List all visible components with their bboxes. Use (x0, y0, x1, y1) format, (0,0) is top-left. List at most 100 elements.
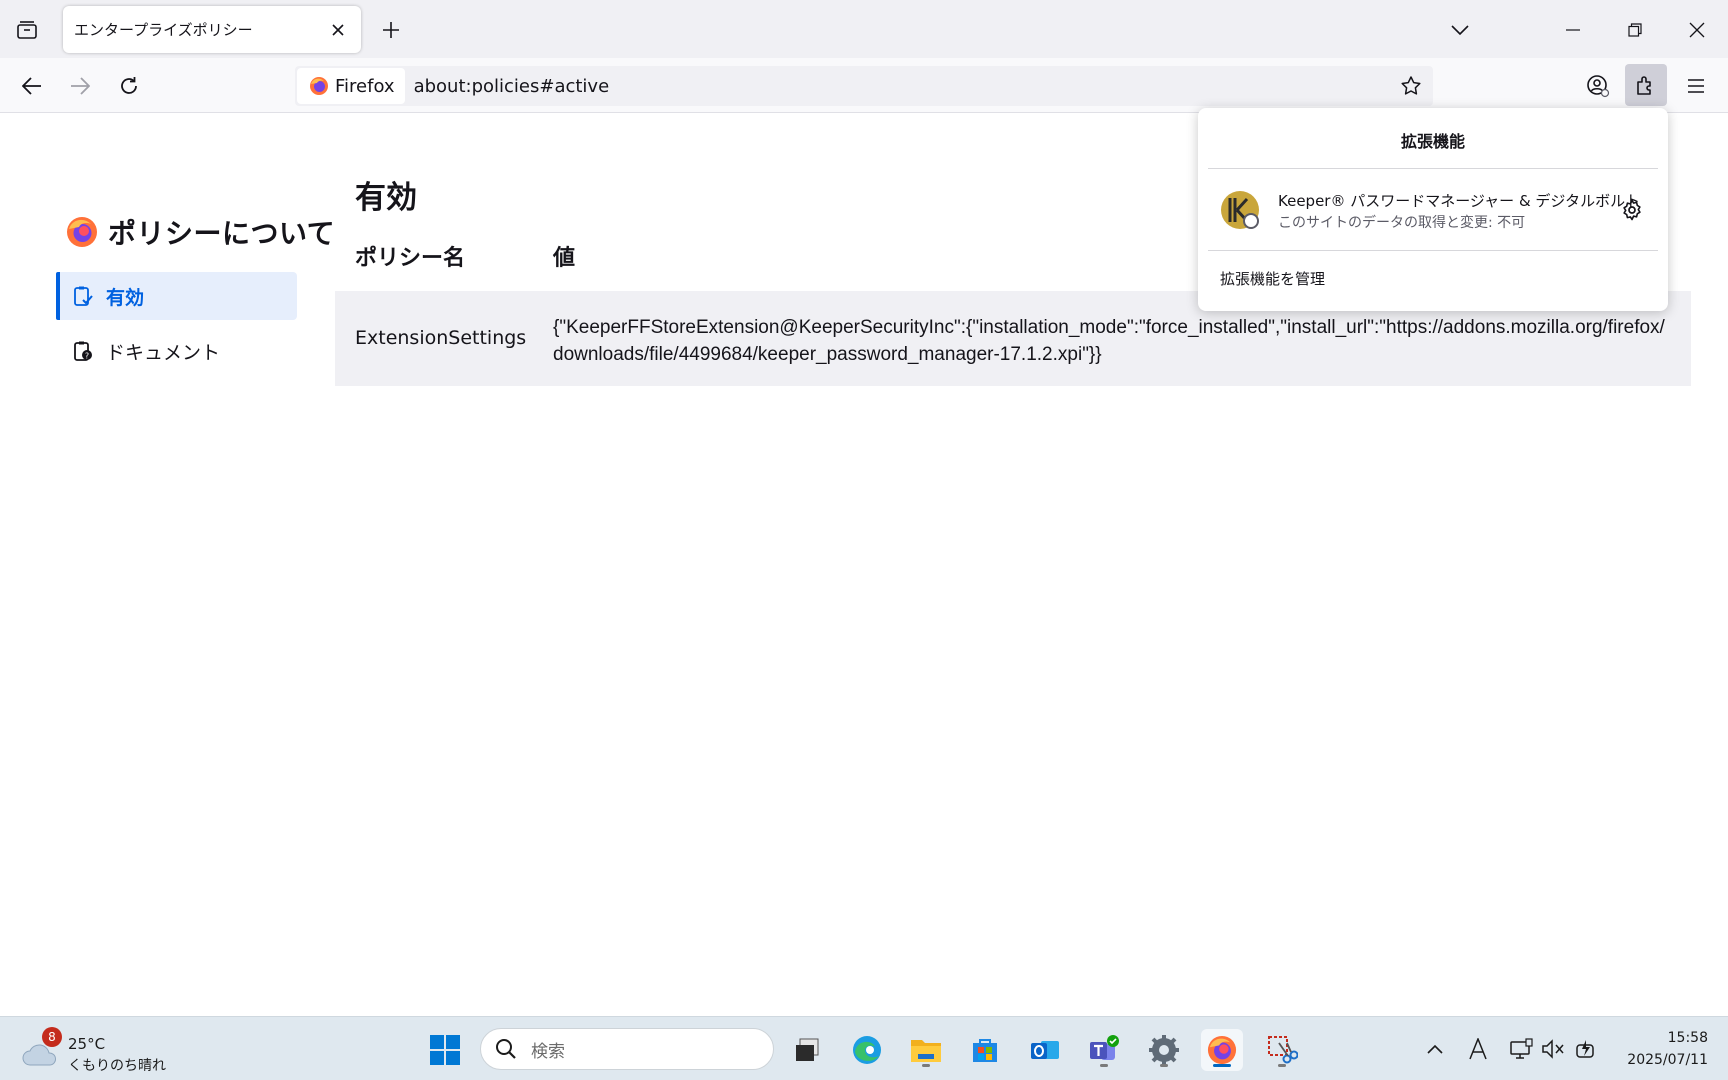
svg-text:?: ? (85, 352, 89, 361)
weather-description: くもりのち晴れ (68, 1058, 166, 1074)
outlook-icon (1031, 1041, 1059, 1059)
speaker-muted-icon (1542, 1039, 1564, 1059)
extensions-panel-title: 拡張機能 (1400, 132, 1465, 151)
file-explorer-taskbar-icon[interactable] (905, 1029, 947, 1071)
app-menu-button[interactable] (1680, 70, 1712, 102)
microsoft-store-taskbar-icon[interactable] (964, 1029, 1006, 1071)
minimize-icon (1566, 29, 1580, 31)
running-indicator (1278, 1064, 1286, 1067)
weather-widget[interactable]: 8 25°C くもりのち晴れ (22, 1027, 172, 1074)
firefox-logo-icon (1207, 1035, 1237, 1065)
policy-value: {"KeeperFFStoreExtension@KeeperSecurityI… (553, 317, 1665, 365)
extensions-button[interactable] (1625, 64, 1667, 106)
restore-button[interactable] (1612, 10, 1658, 50)
forward-button[interactable] (64, 70, 96, 102)
settings-taskbar-icon[interactable] (1143, 1029, 1185, 1071)
column-header-policy-name: ポリシー名 (355, 246, 466, 271)
firefox-logo-icon (310, 77, 328, 95)
extension-settings-button[interactable] (1618, 196, 1646, 224)
new-tab-button[interactable] (376, 16, 406, 44)
firefox-taskbar-icon[interactable] (1201, 1029, 1243, 1071)
sidebar-item-label: ドキュメント (106, 341, 221, 364)
hamburger-menu-icon (1688, 79, 1704, 93)
navigation-toolbar: Firefox about:policies#active (0, 58, 1728, 113)
manage-extensions-button[interactable]: 拡張機能を管理 (1220, 268, 1325, 289)
search-icon (496, 1039, 516, 1059)
divider (1208, 168, 1658, 169)
extension-item-keeper[interactable]: Keeper® パスワードマネージャー & デジタルボルト このサイトのデータの… (1210, 186, 1656, 236)
page-title: ポリシーについて (108, 217, 336, 250)
account-icon (1587, 75, 1610, 98)
sidebar-item-documentation[interactable]: ? ドキュメント (56, 327, 297, 375)
start-button[interactable] (424, 1029, 466, 1071)
identity-box[interactable]: Firefox (297, 68, 405, 104)
bookmark-star-button[interactable] (1395, 70, 1427, 102)
weather-temperature: 25°C (68, 1035, 106, 1053)
star-icon (1401, 76, 1421, 95)
window-close-button[interactable] (1674, 10, 1720, 50)
system-clock[interactable]: 15:58 2025/07/11 (1612, 1027, 1708, 1071)
keeper-logo-icon (1221, 191, 1259, 229)
edge-taskbar-icon[interactable] (846, 1029, 888, 1071)
snipping-tool-icon (1268, 1036, 1298, 1064)
teams-taskbar-icon[interactable] (1083, 1029, 1125, 1071)
plus-icon (383, 22, 399, 38)
teams-icon (1090, 1035, 1119, 1060)
reload-icon (121, 77, 137, 94)
chevron-up-icon (1427, 1044, 1443, 1054)
back-arrow-icon (22, 77, 41, 95)
windows-logo-icon (430, 1035, 460, 1065)
extension-permission: このサイトのデータの取得と変更: 不可 (1278, 215, 1526, 231)
extensions-panel: 拡張機能 Keeper® パスワードマネージャー & デジタルボルト このサイト… (1198, 108, 1668, 311)
gear-icon (1623, 199, 1641, 221)
section-heading: 有効 (355, 180, 417, 216)
tab-list-icon (17, 21, 37, 39)
clipboard-help-icon: ? (74, 341, 92, 361)
puzzle-piece-icon (1637, 76, 1651, 95)
tab-strip: エンタープライズポリシー (0, 0, 1728, 58)
clock-time: 15:58 (1667, 1030, 1708, 1046)
forward-arrow-icon (71, 77, 90, 95)
input-method-button[interactable] (1466, 1037, 1490, 1061)
back-button[interactable] (16, 70, 48, 102)
outlook-taskbar-icon[interactable] (1024, 1029, 1066, 1071)
minimize-button[interactable] (1550, 10, 1596, 50)
ime-a-icon (1469, 1038, 1487, 1060)
gear-icon (1149, 1035, 1179, 1065)
folder-icon (911, 1040, 941, 1062)
url-bar[interactable]: Firefox about:policies#active (295, 66, 1433, 106)
clock-date: 2025/07/11 (1627, 1052, 1708, 1068)
extension-name: Keeper® パスワードマネージャー & デジタルボルト (1278, 192, 1641, 210)
notification-badge: 8 (42, 1027, 62, 1047)
firefox-view-button[interactable] (12, 16, 42, 44)
clipboard-check-icon (74, 286, 93, 306)
search-placeholder: 検索 (531, 1041, 565, 1062)
url-text[interactable]: about:policies#active (414, 76, 1395, 97)
sidebar-item-active[interactable]: 有効 (56, 272, 297, 320)
tab-close-button[interactable] (327, 19, 349, 41)
divider (1208, 250, 1658, 251)
policy-name: ExtensionSettings (355, 327, 527, 349)
task-view-button[interactable] (786, 1029, 828, 1071)
sidebar-header: ポリシーについて (66, 212, 335, 252)
battery-button[interactable] (1573, 1037, 1597, 1061)
reload-button[interactable] (113, 70, 145, 102)
snipping-tool-taskbar-icon[interactable] (1261, 1029, 1303, 1071)
network-button[interactable] (1509, 1037, 1533, 1061)
edge-icon (853, 1036, 881, 1064)
restore-icon (1628, 23, 1642, 37)
chevron-down-icon (1451, 25, 1469, 36)
running-indicator (1100, 1064, 1108, 1067)
battery-charging-icon (1576, 1040, 1594, 1058)
account-button[interactable] (1582, 70, 1614, 102)
browser-tab[interactable]: エンタープライズポリシー (63, 6, 361, 53)
volume-button[interactable] (1541, 1037, 1565, 1061)
running-indicator (1160, 1064, 1168, 1067)
taskbar-search-input[interactable]: 検索 (480, 1028, 774, 1070)
identity-label: Firefox (335, 75, 395, 97)
list-all-tabs-button[interactable] (1445, 16, 1475, 44)
store-icon (973, 1039, 997, 1062)
show-hidden-icons-button[interactable] (1423, 1037, 1447, 1061)
sidebar-item-label: 有効 (106, 286, 145, 309)
windows-taskbar: 8 25°C くもりのち晴れ 検索 15:58 2025/07/11 (0, 1016, 1728, 1080)
